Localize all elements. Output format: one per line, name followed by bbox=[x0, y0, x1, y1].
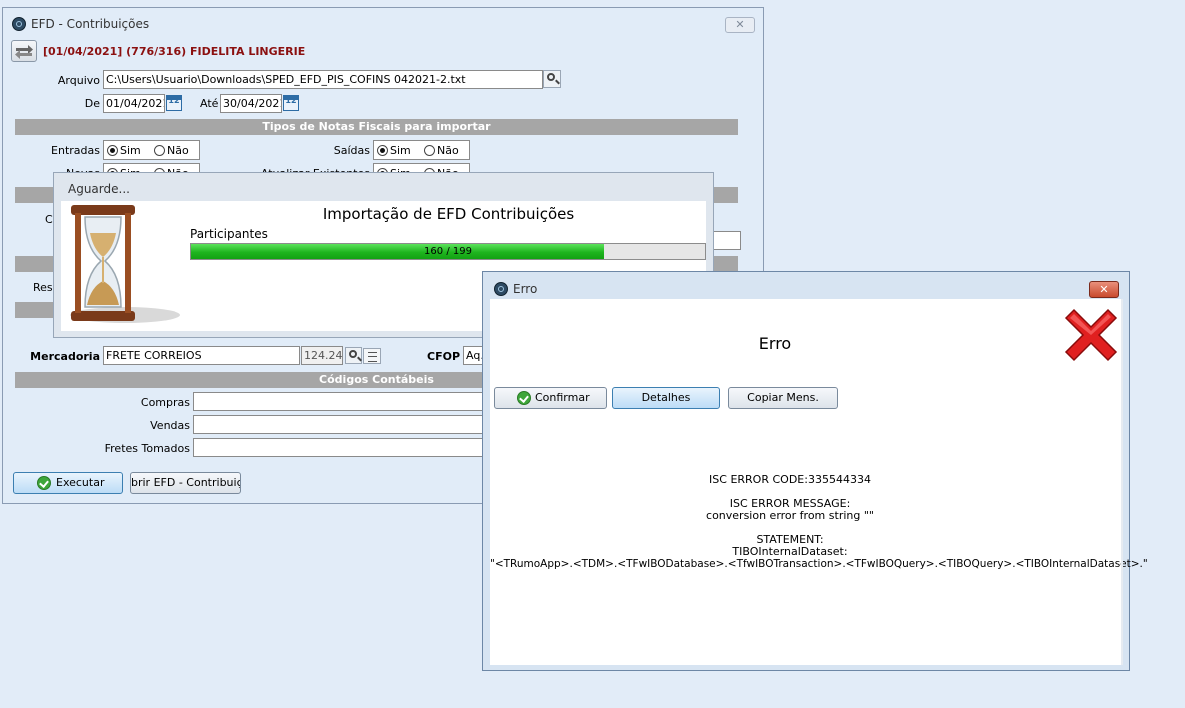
detalhes-label: Detalhes bbox=[641, 391, 691, 404]
progress-text: 160 / 199 bbox=[424, 246, 472, 257]
saidas-label: Saídas bbox=[333, 144, 370, 157]
progress-step-label: Participantes bbox=[190, 227, 268, 241]
close-button[interactable]: ✕ bbox=[725, 17, 755, 33]
radio-label: Não bbox=[167, 144, 189, 157]
copiar-label: Copiar Mens. bbox=[747, 391, 819, 404]
compras-input[interactable] bbox=[193, 392, 493, 411]
search-file-icon[interactable] bbox=[543, 70, 561, 88]
ate-date-input[interactable]: 30/04/2021 bbox=[220, 94, 282, 113]
fretes-input[interactable] bbox=[193, 438, 493, 457]
arquivo-input[interactable]: C:\Users\Usuario\Downloads\SPED_EFD_PIS_… bbox=[103, 70, 543, 89]
section-tipos-notas: Tipos de Notas Fiscais para importar bbox=[15, 119, 738, 135]
app-icon bbox=[494, 282, 508, 296]
radio-label: Sim bbox=[390, 144, 411, 157]
saidas-sim-radio[interactable] bbox=[377, 145, 388, 156]
list-icon[interactable] bbox=[363, 348, 381, 364]
cfop-label: CFOP bbox=[427, 350, 460, 363]
confirmar-button[interactable]: Confirmar bbox=[494, 387, 607, 409]
wait-title: Aguarde... bbox=[68, 182, 130, 196]
swap-company-button[interactable] bbox=[11, 40, 37, 62]
error-dialog-body: Erro Confirmar Detalhes Copiar Mens. ISC… bbox=[490, 299, 1148, 665]
mercadoria-code: 124.244 bbox=[301, 346, 343, 365]
check-icon bbox=[37, 476, 51, 490]
abrir-efd-button[interactable]: brir EFD - Contribuiçõe bbox=[130, 472, 241, 494]
error-heading: Erro bbox=[758, 334, 792, 353]
swap-arrows-icon bbox=[15, 45, 33, 59]
confirmar-label: Confirmar bbox=[535, 391, 590, 404]
mercadoria-input[interactable]: FRETE CORREIOS bbox=[103, 346, 300, 365]
de-label: De bbox=[84, 97, 100, 110]
de-date-input[interactable]: 01/04/2021 bbox=[103, 94, 165, 113]
scrollbar-edge bbox=[1121, 299, 1123, 665]
error-message-line: ISC ERROR CODE:335544334 bbox=[709, 473, 871, 486]
entradas-radio-group: Sim Não bbox=[103, 140, 200, 160]
error-dialog: Erro ✕ Erro Confirmar Detalhes Copiar Me… bbox=[482, 271, 1148, 671]
error-title: Erro bbox=[513, 282, 538, 296]
mercadoria-label: Mercadoria bbox=[30, 350, 100, 363]
saidas-radio-group: Sim Não bbox=[373, 140, 470, 160]
window-title: EFD - Contribuições bbox=[31, 17, 150, 31]
entradas-sim-radio[interactable] bbox=[107, 145, 118, 156]
error-message: ISC ERROR CODE:335544334 ISC ERROR MESSA… bbox=[490, 473, 1148, 571]
error-message-line: "<TRumoApp>.<TDM>.<TFwIBODatabase>.<TfwI… bbox=[490, 558, 1148, 570]
ate-label: Até bbox=[200, 97, 219, 110]
fretes-label: Fretes Tomados bbox=[104, 442, 190, 455]
wait-heading: Importação de EFD Contribuições bbox=[322, 205, 575, 223]
radio-label: Sim bbox=[120, 144, 141, 157]
entradas-nao-radio[interactable] bbox=[154, 145, 165, 156]
company-header: [01/04/2021] (776/316) FIDELITA LINGERIE bbox=[43, 45, 306, 58]
error-message-line: conversion error from string "" bbox=[706, 509, 874, 522]
error-message-line: TIBOInternalDataset: bbox=[732, 545, 848, 558]
copiar-button[interactable]: Copiar Mens. bbox=[728, 387, 838, 409]
calendar-icon[interactable]: 12 bbox=[283, 95, 299, 111]
entradas-label: Entradas bbox=[51, 144, 100, 157]
hourglass-icon bbox=[70, 205, 180, 323]
progress-bar: 160 / 199 bbox=[190, 243, 706, 260]
radio-label: Não bbox=[437, 144, 459, 157]
vendas-label: Vendas bbox=[150, 419, 190, 432]
compras-label: Compras bbox=[140, 396, 190, 409]
detalhes-button[interactable]: Detalhes bbox=[612, 387, 720, 409]
executar-button[interactable]: Executar bbox=[13, 472, 123, 494]
abrir-efd-label: brir EFD - Contribuiçõe bbox=[131, 476, 240, 489]
executar-label: Executar bbox=[56, 476, 105, 489]
saidas-nao-radio[interactable] bbox=[424, 145, 435, 156]
arquivo-label: Arquivo bbox=[57, 74, 100, 87]
search-icon[interactable] bbox=[345, 347, 362, 364]
error-x-icon bbox=[1064, 308, 1118, 362]
close-button[interactable]: ✕ bbox=[1089, 281, 1119, 298]
app-icon bbox=[12, 17, 26, 31]
check-icon bbox=[517, 391, 531, 405]
calendar-icon[interactable]: 12 bbox=[166, 95, 182, 111]
vendas-input[interactable] bbox=[193, 415, 493, 434]
